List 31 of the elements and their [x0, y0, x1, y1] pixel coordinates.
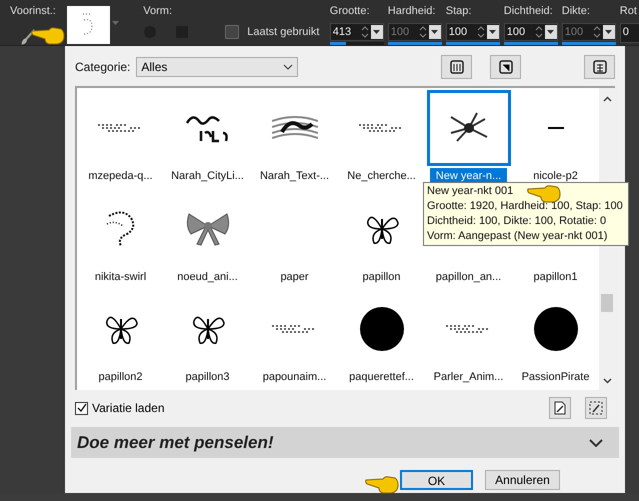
brush-name: paper	[279, 270, 310, 285]
brush-name: Parler_Anim...	[432, 370, 504, 386]
brush-name: papillon2	[97, 370, 144, 386]
tooltip-line: New year-nkt 001	[427, 184, 514, 199]
spinner-label: Hardheid:	[388, 4, 436, 19]
spinner-label: Dikte:	[562, 4, 591, 19]
tooltip-line: Dichtheid: 100, Dikte: 100, Rotatie: 0	[427, 214, 606, 229]
tooltip-line: Vorm: Aangepast (New year-nkt 001)	[427, 229, 608, 244]
spinner-label: Grootte:	[330, 4, 371, 19]
last-used-label: Laatst gebruikt	[247, 24, 320, 40]
tooltip-line: Grootte: 1920, Hardheid: 100, Stap: 100	[427, 199, 623, 214]
spinner-label: Rot	[620, 4, 638, 19]
brush-name: nicole-p2	[532, 169, 579, 184]
brush-name: PassionPirate	[520, 370, 590, 386]
brush-name: Ne_cherche...	[346, 169, 417, 184]
brush-name: papillon	[362, 270, 402, 285]
brush-name: papounaim...	[262, 370, 328, 386]
banner-text: Doe meer met penselen!	[77, 432, 275, 454]
variation-label: Variatie laden	[92, 400, 164, 417]
brush-name: mzepeda-q...	[87, 169, 154, 184]
brush-name: nikita-swirl	[94, 270, 148, 285]
brush-name: noeud_ani...	[176, 270, 239, 285]
category-label: Categorie:	[75, 59, 130, 76]
spinner-label: Dichtheid:	[504, 4, 554, 19]
brush-name: Narah_Text-...	[258, 169, 330, 184]
presets-label: Voorinst.:	[10, 4, 57, 19]
spinner-label: Stap:	[446, 4, 472, 19]
brush-name: paquerettef...	[348, 370, 415, 386]
shape-label: Vorm:	[143, 4, 173, 19]
brush-name: Narah_CityLi...	[170, 169, 245, 184]
brush-name: papillon3	[184, 370, 231, 386]
